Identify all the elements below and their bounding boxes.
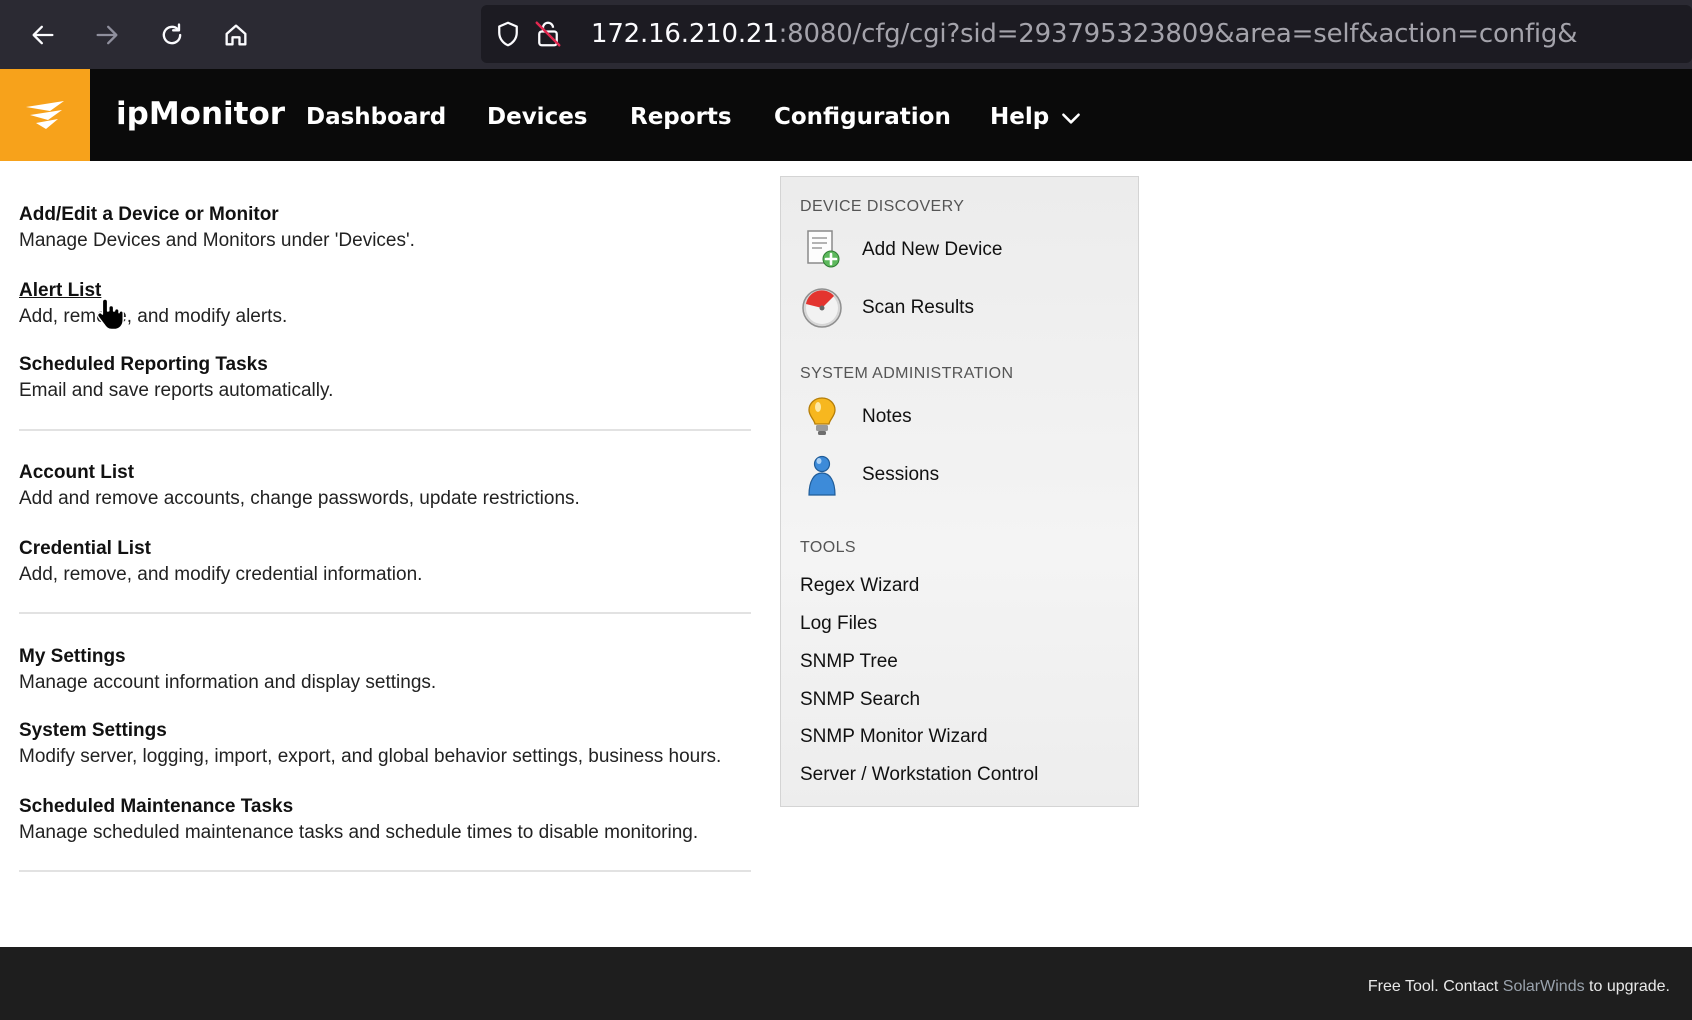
config-item-title[interactable]: Credential List xyxy=(19,538,422,560)
tool-link-snmp-monitor-wizard[interactable]: SNMP Monitor Wizard xyxy=(800,726,988,748)
url-host: 172.16.210.21 xyxy=(591,19,779,49)
back-button[interactable] xyxy=(21,13,65,57)
forward-button[interactable] xyxy=(85,13,129,57)
config-item-title[interactable]: Alert List xyxy=(19,280,287,302)
sessions-label[interactable]: Sessions xyxy=(862,464,939,486)
hand-cursor-icon xyxy=(96,298,124,331)
tool-link-regex-wizard[interactable]: Regex Wizard xyxy=(800,575,919,597)
chevron-down-icon[interactable] xyxy=(1058,105,1084,131)
config-item-desc: Email and save reports automatically. xyxy=(19,380,334,401)
side-panel: DEVICE DISCOVERY Add New Device Scan Res… xyxy=(780,176,1139,807)
config-item-my-settings[interactable]: My Settings Manage account information a… xyxy=(19,646,436,694)
shield-icon[interactable] xyxy=(493,19,523,49)
add-device-icon xyxy=(800,228,844,272)
tool-link-server-workstation-control[interactable]: Server / Workstation Control xyxy=(800,764,1038,786)
lightbulb-icon xyxy=(800,395,844,439)
home-button[interactable] xyxy=(214,13,258,57)
section-heading-tools: TOOLS xyxy=(800,539,856,556)
browser-toolbar: 172.16.210.21:8080/cfg/cgi?sid=293795323… xyxy=(0,0,1692,69)
nav-help[interactable]: Help xyxy=(990,104,1049,130)
tool-link-snmp-search[interactable]: SNMP Search xyxy=(800,689,920,711)
add-new-device-label[interactable]: Add New Device xyxy=(862,239,1002,261)
config-item-title[interactable]: Add/Edit a Device or Monitor xyxy=(19,204,415,226)
nav-reports[interactable]: Reports xyxy=(630,104,732,130)
config-item-desc: Add and remove accounts, change password… xyxy=(19,488,580,509)
config-item-title[interactable]: Scheduled Maintenance Tasks xyxy=(19,796,698,818)
config-item-desc: Manage account information and display s… xyxy=(19,672,437,693)
home-icon xyxy=(225,24,247,46)
config-item-title[interactable]: System Settings xyxy=(19,720,721,742)
tool-link-snmp-tree[interactable]: SNMP Tree xyxy=(800,651,898,673)
sessions-link[interactable]: Sessions xyxy=(800,453,939,497)
notes-label[interactable]: Notes xyxy=(862,406,912,428)
nav-devices[interactable]: Devices xyxy=(487,104,588,130)
nav-configuration[interactable]: Configuration xyxy=(774,104,951,130)
logo-icon xyxy=(26,101,64,129)
app-header: ipMonitor Dashboard Devices Reports Conf… xyxy=(0,69,1692,161)
config-item-scheduled-maintenance[interactable]: Scheduled Maintenance Tasks Manage sched… xyxy=(19,796,698,844)
notes-link[interactable]: Notes xyxy=(800,395,912,439)
reload-icon xyxy=(162,23,182,45)
config-item-title[interactable]: Account List xyxy=(19,462,580,484)
config-item-account-list[interactable]: Account List Add and remove accounts, ch… xyxy=(19,462,580,510)
config-item-desc: Manage Devices and Monitors under 'Devic… xyxy=(19,230,415,251)
user-icon xyxy=(800,453,844,497)
section-heading-system-administration: SYSTEM ADMINISTRATION xyxy=(800,365,1014,382)
config-item-alert-list[interactable]: Alert List Add, remove, and modify alert… xyxy=(19,280,287,328)
add-new-device-link[interactable]: Add New Device xyxy=(800,228,1002,272)
tool-link-log-files[interactable]: Log Files xyxy=(800,613,877,635)
config-item-desc: Add, remove, and modify alerts. xyxy=(19,306,288,327)
url-path: :8080/cfg/cgi?sid=293795323809&area=self… xyxy=(778,19,1578,49)
solarwinds-logo[interactable] xyxy=(0,69,90,161)
url-text[interactable]: 172.16.210.21:8080/cfg/cgi?sid=293795323… xyxy=(591,19,1577,49)
section-heading-device-discovery: DEVICE DISCOVERY xyxy=(800,198,965,215)
app-title: ipMonitor xyxy=(116,96,286,132)
scan-results-link[interactable]: Scan Results xyxy=(800,286,974,330)
footer-text: Free Tool. Contact SolarWinds to upgrade… xyxy=(1368,978,1670,996)
divider xyxy=(19,870,751,872)
reload-button[interactable] xyxy=(150,13,194,57)
divider xyxy=(19,429,751,431)
solarwinds-link[interactable]: SolarWinds xyxy=(1503,978,1585,995)
footer-prefix: Free Tool. Contact xyxy=(1367,978,1503,995)
config-item-title[interactable]: Scheduled Reporting Tasks xyxy=(19,354,333,376)
scan-results-icon xyxy=(800,286,844,330)
config-item-add-edit-device[interactable]: Add/Edit a Device or Monitor Manage Devi… xyxy=(19,204,415,252)
config-item-desc: Manage scheduled maintenance tasks and s… xyxy=(19,822,699,843)
config-item-credential-list[interactable]: Credential List Add, remove, and modify … xyxy=(19,538,422,586)
back-arrow-icon xyxy=(32,25,54,45)
footer-suffix: to upgrade. xyxy=(1584,978,1670,995)
config-item-desc: Modify server, logging, import, export, … xyxy=(19,746,722,767)
insecure-lock-icon[interactable] xyxy=(533,19,563,49)
scan-results-label[interactable]: Scan Results xyxy=(862,297,974,319)
forward-arrow-icon xyxy=(96,25,118,45)
config-item-title[interactable]: My Settings xyxy=(19,646,436,668)
config-item-desc: Add, remove, and modify credential infor… xyxy=(19,564,423,585)
url-bar[interactable]: 172.16.210.21:8080/cfg/cgi?sid=293795323… xyxy=(481,5,1692,63)
config-item-system-settings[interactable]: System Settings Modify server, logging, … xyxy=(19,720,721,768)
nav-dashboard[interactable]: Dashboard xyxy=(306,104,446,130)
config-item-scheduled-reporting[interactable]: Scheduled Reporting Tasks Email and save… xyxy=(19,354,333,402)
footer: Free Tool. Contact SolarWinds to upgrade… xyxy=(0,947,1692,1020)
divider xyxy=(19,612,751,614)
